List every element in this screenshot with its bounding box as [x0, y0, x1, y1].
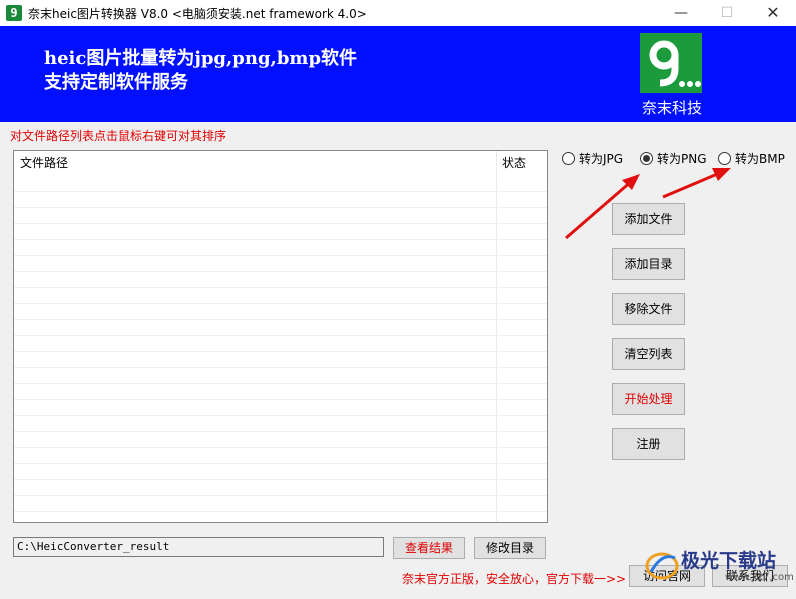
list-row — [14, 351, 547, 368]
list-row — [14, 447, 547, 464]
radio-bmp-label: 转为BMP — [735, 152, 785, 166]
list-row — [14, 287, 547, 304]
header-banner: heic图片批量转为jpg,png,bmp软件 支持定制软件服务 奈末科技 — [0, 26, 796, 122]
add-directory-button[interactable]: 添加目录 — [612, 248, 685, 280]
maximize-button[interactable]: ☐ — [704, 0, 750, 26]
list-row — [14, 383, 547, 400]
list-row — [14, 271, 547, 288]
list-row — [14, 415, 547, 432]
start-processing-button[interactable]: 开始处理 — [612, 383, 685, 415]
radio-png-label: 转为PNG — [657, 152, 707, 166]
change-directory-button[interactable]: 修改目录 — [474, 537, 546, 559]
list-row — [14, 303, 547, 320]
minimize-button[interactable]: — — [658, 0, 704, 26]
list-row — [14, 335, 547, 352]
list-row — [14, 495, 547, 512]
list-row — [14, 479, 547, 496]
list-row — [14, 431, 547, 448]
column-header-status[interactable]: 状态 — [502, 151, 526, 175]
radio-bmp[interactable]: 转为BMP — [718, 150, 785, 166]
radio-circle-selected-icon — [640, 152, 653, 165]
radio-jpg-label: 转为JPG — [579, 152, 624, 166]
radio-png[interactable]: 转为PNG — [640, 150, 707, 166]
list-row — [14, 175, 547, 192]
output-path-field[interactable]: C:\HeicConverter_result — [13, 537, 384, 557]
watermark-name: 极光下载站 — [681, 550, 777, 572]
list-row — [14, 191, 547, 208]
list-row — [14, 223, 547, 240]
radio-circle-icon — [562, 152, 575, 165]
view-result-button[interactable]: 查看结果 — [393, 537, 465, 559]
promo-text: 奈末官方正版，安全放心，官方下载一>> — [402, 572, 627, 586]
arrow-to-bmp-icon — [662, 168, 731, 199]
company-logo — [640, 33, 702, 93]
list-row — [14, 255, 547, 272]
file-list[interactable]: 文件路径 状态 — [13, 150, 548, 523]
add-file-button[interactable]: 添加文件 — [612, 203, 685, 235]
column-header-path[interactable]: 文件路径 — [20, 151, 68, 175]
list-row — [14, 319, 547, 336]
logo-nine-icon — [640, 33, 702, 93]
list-row — [14, 367, 547, 384]
clear-list-button[interactable]: 清空列表 — [612, 338, 685, 370]
watermark-url: www.xz7.com — [725, 572, 794, 583]
sort-hint: 对文件路径列表点击鼠标右键可对其排序 — [10, 129, 227, 143]
list-row — [14, 399, 547, 416]
banner-headline: heic图片批量转为jpg,png,bmp软件 — [44, 48, 358, 69]
site-watermark: 极光下载站 www.xz7.com — [645, 548, 795, 598]
radio-circle-icon — [718, 152, 731, 165]
close-button[interactable]: ✕ — [750, 0, 796, 26]
list-row — [14, 239, 547, 256]
list-row — [14, 207, 547, 224]
window-title: 奈末heic图片转换器 V8.0 <电脑须安装.net framework 4.… — [28, 7, 367, 21]
logo-caption: 奈末科技 — [641, 99, 702, 117]
remove-file-button[interactable]: 移除文件 — [612, 293, 685, 325]
watermark-logo-icon — [645, 552, 679, 580]
banner-subheadline: 支持定制软件服务 — [44, 72, 188, 93]
app-icon: 9 — [6, 5, 22, 21]
register-button[interactable]: 注册 — [612, 428, 685, 460]
list-row — [14, 463, 547, 480]
radio-jpg[interactable]: 转为JPG — [562, 150, 623, 166]
